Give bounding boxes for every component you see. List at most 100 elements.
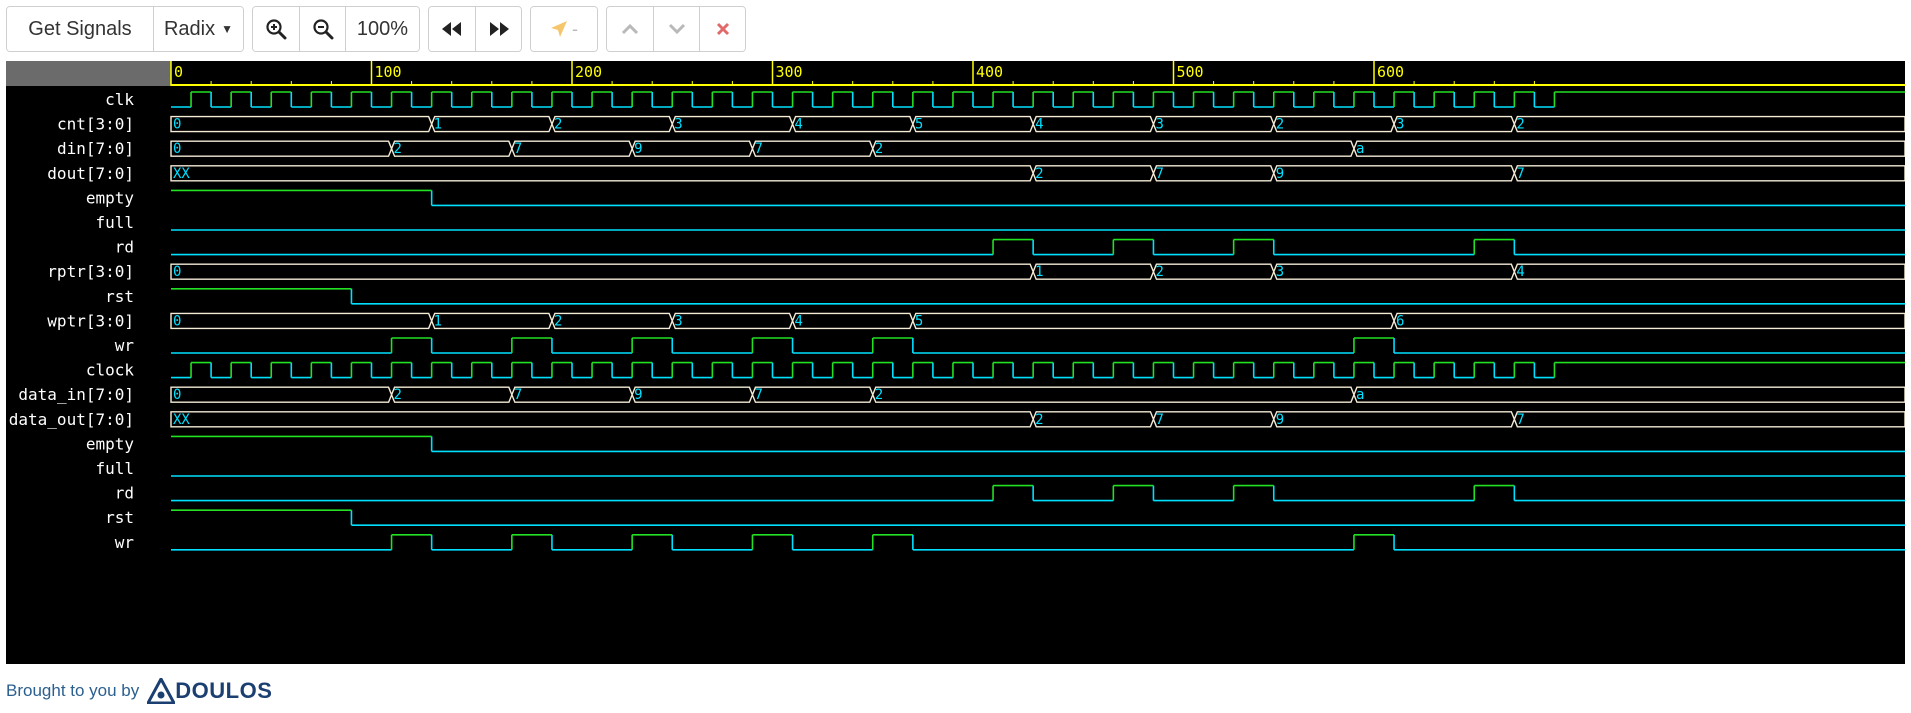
signal-name: din[7:0] bbox=[57, 139, 134, 158]
bus-value: 7 bbox=[1155, 166, 1163, 182]
ruler-tick-label: 0 bbox=[174, 63, 183, 81]
bus-value: 4 bbox=[795, 313, 803, 329]
bus-value: 1 bbox=[434, 313, 442, 329]
fast-forward-icon bbox=[489, 22, 509, 36]
rewind-button[interactable] bbox=[429, 7, 475, 51]
rewind-icon bbox=[442, 22, 461, 36]
bus-value: 2 bbox=[554, 313, 562, 329]
zoom-level-value: 100% bbox=[356, 17, 409, 40]
signal-name: wptr[3:0] bbox=[47, 311, 134, 330]
marker-button[interactable]: - bbox=[531, 7, 597, 51]
move-down-button[interactable] bbox=[653, 7, 699, 51]
bus-value: 7 bbox=[1516, 412, 1524, 428]
bus-value: 2 bbox=[1035, 412, 1043, 428]
bus-value: 6 bbox=[1396, 313, 1404, 329]
close-icon bbox=[716, 22, 729, 36]
bus-value: 2 bbox=[1155, 264, 1163, 280]
location-arrow-icon bbox=[551, 21, 567, 37]
bus-value: 7 bbox=[1155, 412, 1163, 428]
signal-name: rd bbox=[115, 238, 134, 257]
footer: Brought to you by DOULOS bbox=[6, 678, 272, 704]
footer-text: Brought to you by bbox=[6, 681, 140, 700]
bus-value: 1 bbox=[434, 117, 442, 133]
signal-name: wr bbox=[115, 336, 135, 355]
ruler-tick-label: 200 bbox=[575, 63, 602, 81]
edit-group bbox=[606, 6, 746, 52]
bus-value: XX bbox=[173, 412, 190, 428]
zoom-out-icon bbox=[312, 19, 333, 40]
bus-value: 4 bbox=[1516, 264, 1524, 280]
bus-value: 2 bbox=[1516, 117, 1524, 133]
signal-name: cnt[3:0] bbox=[57, 115, 134, 134]
toolbar: Get Signals Radix ▼ 100% - bbox=[6, 6, 746, 52]
bus-value: a bbox=[1356, 141, 1364, 157]
bus-value: 2 bbox=[875, 387, 883, 403]
marker-label: - bbox=[572, 18, 578, 39]
bus-value: 4 bbox=[795, 117, 803, 133]
doulos-logo-icon bbox=[147, 678, 176, 704]
bus-value: 7 bbox=[754, 141, 762, 157]
signal-name: rptr[3:0] bbox=[47, 262, 134, 281]
chevron-down-icon bbox=[668, 23, 685, 35]
bus-value: 3 bbox=[674, 117, 682, 133]
ruler-tick-label: 600 bbox=[1377, 63, 1404, 81]
radix-dropdown[interactable]: Radix ▼ bbox=[153, 7, 243, 51]
ruler-tick-label: 300 bbox=[776, 63, 803, 81]
signal-name: dout[7:0] bbox=[47, 164, 134, 183]
bus-value: 0 bbox=[173, 141, 181, 157]
waveform-viewer[interactable]: 0 100 200 300 4 0 0 500 600 clk cnt[3:0] 0 1 2 3 4 5 4 3 2 3… bbox=[6, 61, 1906, 664]
zoom-in-button[interactable] bbox=[253, 7, 299, 51]
zoom-group: 100% bbox=[252, 6, 420, 52]
bus-value: 2 bbox=[1276, 117, 1284, 133]
bus-value: XX bbox=[173, 166, 190, 182]
bus-value: 0 bbox=[173, 117, 181, 133]
bus-value: 2 bbox=[394, 141, 402, 157]
get-signals-label: Get Signals bbox=[28, 17, 132, 40]
doulos-brand: DOULOS bbox=[175, 678, 273, 703]
bus-value: 2 bbox=[554, 117, 562, 133]
marker-group: - bbox=[530, 6, 598, 52]
signal-name: wr bbox=[115, 533, 135, 552]
signal-name: data_out[7:0] bbox=[9, 410, 134, 429]
signal-name: clk bbox=[105, 90, 134, 109]
bus-value: 3 bbox=[1396, 117, 1404, 133]
waveform-canvas[interactable]: 0 100 200 300 4 0 0 500 600 clk cnt[3:0] 0 1 2 3 4 5 4 3 2 3… bbox=[6, 61, 1906, 664]
bus-value: 0 bbox=[173, 264, 181, 280]
ruler-tick-label: 500 bbox=[1177, 63, 1204, 81]
bus-value: 3 bbox=[674, 313, 682, 329]
doulos-logo[interactable]: DOULOS bbox=[147, 678, 272, 704]
get-signals-button[interactable]: Get Signals bbox=[7, 7, 153, 51]
bus-value: 4 bbox=[1035, 117, 1043, 133]
signal-name: rd bbox=[115, 484, 134, 503]
bus-value: 7 bbox=[1516, 166, 1524, 182]
bus-value: 7 bbox=[754, 387, 762, 403]
bus-value: 2 bbox=[1035, 166, 1043, 182]
move-up-button[interactable] bbox=[607, 7, 653, 51]
signal-name: rst bbox=[105, 508, 134, 527]
bus-value: 3 bbox=[1276, 264, 1284, 280]
bus-value: 3 bbox=[1155, 117, 1163, 133]
fast-forward-button[interactable] bbox=[475, 7, 521, 51]
zoom-in-icon bbox=[266, 19, 287, 40]
bus-value: 7 bbox=[514, 141, 522, 157]
bus-value: a bbox=[1356, 387, 1364, 403]
time-ruler-track bbox=[171, 61, 1905, 86]
zoom-out-button[interactable] bbox=[299, 7, 345, 51]
signal-name: rst bbox=[105, 287, 134, 306]
remove-button[interactable] bbox=[699, 7, 745, 51]
bus-value: 9 bbox=[1276, 166, 1284, 182]
bus-value: 2 bbox=[875, 141, 883, 157]
caret-down-icon: ▼ bbox=[221, 22, 234, 36]
signal-name: clock bbox=[86, 361, 135, 380]
bus-value: 1 bbox=[1035, 264, 1043, 280]
ruler-tick-label: 100 bbox=[375, 63, 402, 81]
nav-group bbox=[428, 6, 522, 52]
signal-name: empty bbox=[86, 434, 135, 453]
bus-value: 5 bbox=[915, 117, 923, 133]
signal-name: empty bbox=[86, 188, 135, 207]
signals-group: Get Signals Radix ▼ bbox=[6, 6, 244, 52]
signal-name: full bbox=[95, 213, 134, 232]
signal-name: full bbox=[95, 459, 134, 478]
bus-value: 9 bbox=[634, 387, 642, 403]
chevron-up-icon bbox=[621, 23, 639, 35]
